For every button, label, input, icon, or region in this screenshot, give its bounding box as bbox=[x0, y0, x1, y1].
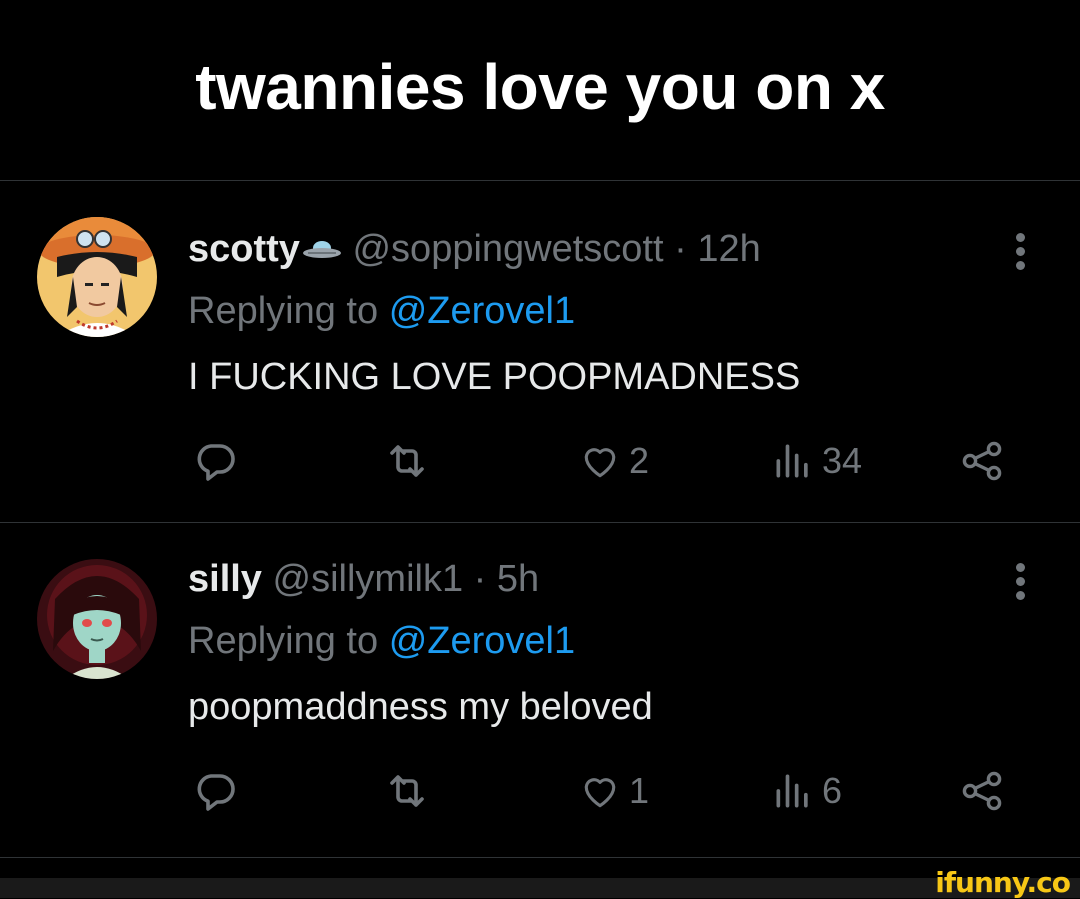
share-button[interactable] bbox=[958, 765, 1006, 817]
views-button[interactable]: 34 bbox=[770, 435, 862, 487]
timestamp[interactable]: 5h bbox=[497, 558, 539, 600]
user-handle[interactable]: @soppingwetscott bbox=[352, 228, 663, 270]
avatar[interactable] bbox=[37, 217, 157, 337]
reply-icon bbox=[197, 774, 235, 811]
tweet-header: silly @sillymilk1 · 5h bbox=[188, 555, 539, 603]
separator-dot: · bbox=[674, 228, 687, 270]
display-name[interactable]: silly bbox=[188, 558, 262, 600]
views-button[interactable]: 6 bbox=[770, 765, 842, 817]
meme-title: twannies love you on x bbox=[195, 51, 885, 123]
share-button[interactable] bbox=[958, 435, 1006, 487]
share-icon bbox=[962, 771, 1002, 811]
tweet-text: I FUCKING LOVE POOPMADNESS bbox=[188, 356, 801, 398]
display-name[interactable]: scotty bbox=[188, 228, 300, 270]
divider bbox=[0, 857, 1080, 858]
retweet-button[interactable] bbox=[382, 765, 432, 817]
tweet-header: scotty @soppingwetscott · 12h bbox=[188, 225, 761, 275]
user-handle[interactable]: @sillymilk1 bbox=[273, 558, 464, 600]
separator-dot: · bbox=[473, 558, 487, 600]
timestamp[interactable]: 12h bbox=[697, 228, 760, 270]
mention-link[interactable]: @Zerovel1 bbox=[389, 290, 575, 332]
reply-icon bbox=[197, 444, 235, 481]
more-vertical-icon[interactable] bbox=[1012, 233, 1028, 273]
views-chart-icon bbox=[776, 444, 808, 478]
like-button[interactable]: 2 bbox=[577, 435, 649, 487]
views-chart-icon bbox=[776, 774, 808, 808]
mention-link[interactable]: @Zerovel1 bbox=[389, 620, 575, 662]
retweet-icon bbox=[390, 775, 424, 807]
replying-to-line: Replying to @Zerovel1 bbox=[188, 287, 575, 335]
reply-button[interactable] bbox=[192, 435, 240, 487]
replying-prefix: Replying to bbox=[188, 290, 379, 332]
divider bbox=[0, 522, 1080, 523]
like-count: 1 bbox=[629, 770, 650, 811]
share-icon bbox=[962, 441, 1002, 481]
like-count: 2 bbox=[629, 440, 650, 481]
action-bar: 1 6 bbox=[0, 765, 1080, 817]
like-button[interactable]: 1 bbox=[577, 765, 649, 817]
replying-to-line: Replying to @Zerovel1 bbox=[188, 617, 575, 665]
view-count: 6 bbox=[822, 770, 843, 811]
divider bbox=[0, 180, 1080, 181]
more-vertical-icon[interactable] bbox=[1012, 563, 1028, 603]
tweet-text: poopmaddness my beloved bbox=[188, 686, 653, 728]
ufo-icon bbox=[302, 227, 342, 275]
retweet-button[interactable] bbox=[382, 435, 432, 487]
action-bar: 2 34 bbox=[0, 435, 1080, 487]
replying-prefix: Replying to bbox=[188, 620, 379, 662]
footer-bar bbox=[0, 878, 1080, 898]
view-count: 34 bbox=[822, 440, 863, 481]
heart-icon bbox=[584, 778, 616, 808]
reply-button[interactable] bbox=[192, 765, 240, 817]
retweet-icon bbox=[390, 445, 424, 477]
heart-icon bbox=[584, 448, 616, 478]
avatar[interactable] bbox=[37, 559, 157, 679]
ifunny-watermark: ifunny.co bbox=[935, 866, 1071, 899]
